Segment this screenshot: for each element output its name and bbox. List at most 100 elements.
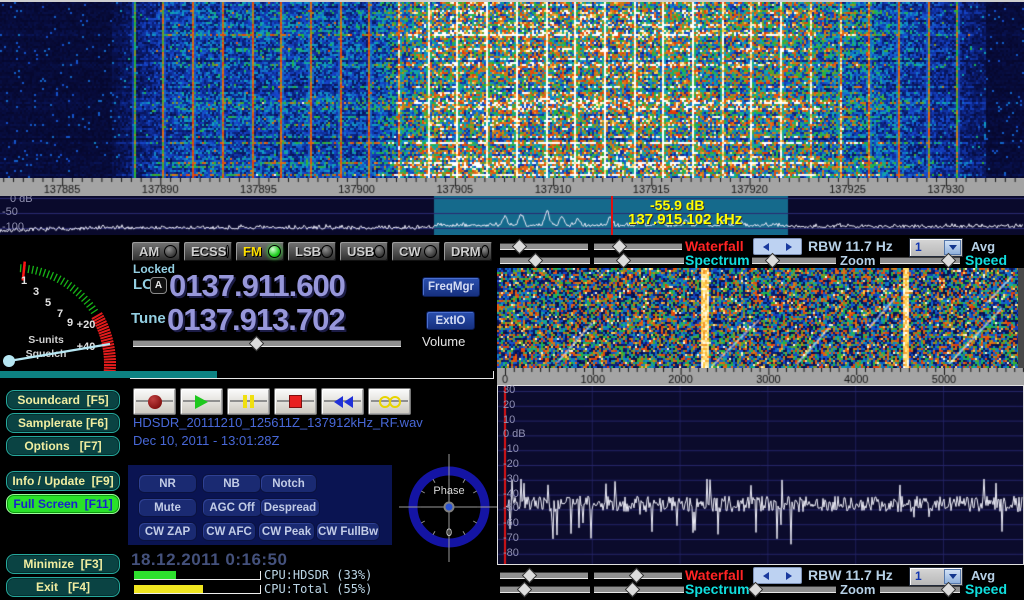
playback-progress-track[interactable] bbox=[130, 378, 494, 379]
audio-db-label: -60 bbox=[503, 517, 519, 529]
mode-label-usb: USB bbox=[347, 244, 374, 259]
playback-progress-bar[interactable] bbox=[0, 371, 217, 378]
rf-spectrum-display[interactable]: 0 dB -50 -100 -55.9 dB 137.915.102 kHz bbox=[0, 196, 1024, 235]
speed-label-top: Speed bbox=[965, 252, 1007, 268]
mode-button-fm[interactable]: FM bbox=[235, 241, 285, 262]
freqmgr-button[interactable]: FreqMgr bbox=[422, 277, 480, 297]
speed-slider-top[interactable] bbox=[880, 253, 960, 266]
slider-thumb[interactable] bbox=[616, 253, 632, 269]
slider-thumb[interactable] bbox=[611, 239, 627, 255]
loop-icon bbox=[379, 396, 401, 408]
slider-thumb[interactable] bbox=[512, 239, 528, 255]
fullscreen-button[interactable]: Full Screen [F11] bbox=[6, 494, 120, 514]
mode-button-drm[interactable]: DRM bbox=[443, 241, 493, 262]
rf-frequency-ruler[interactable] bbox=[0, 178, 1024, 196]
audio-db-label: -10 bbox=[503, 443, 519, 455]
cw-afc-button[interactable]: CW AFC bbox=[202, 522, 256, 541]
waterfall-lower-slider-bottom[interactable] bbox=[594, 568, 682, 581]
slider-thumb[interactable] bbox=[629, 568, 645, 584]
audio-db-label: -50 bbox=[503, 502, 519, 514]
spectrum-upper-slider[interactable] bbox=[500, 253, 590, 266]
record-icon bbox=[148, 395, 162, 409]
band-right-arrow-icon[interactable] bbox=[778, 568, 802, 583]
clock-display: 18.12.2011 0:16:50 bbox=[131, 550, 287, 570]
s-meter[interactable]: 13579+20+40S-unitsSquelch bbox=[0, 240, 128, 378]
audio-frequency-ruler[interactable] bbox=[497, 368, 1024, 385]
mode-button-am[interactable]: AM bbox=[131, 241, 181, 262]
slider-thumb[interactable] bbox=[941, 582, 957, 598]
extio-button[interactable]: ExtIO bbox=[426, 311, 475, 330]
volume-slider-track[interactable] bbox=[133, 340, 401, 347]
audio-db-label: -40 bbox=[503, 488, 519, 500]
zoom-slider-bottom[interactable] bbox=[752, 582, 836, 595]
tune-label: Tune bbox=[131, 310, 166, 327]
volume-slider[interactable] bbox=[133, 336, 401, 349]
audio-db-label: 10 bbox=[503, 414, 515, 426]
cw-fullbw-button[interactable]: CW FullBw bbox=[316, 522, 380, 541]
nb-button[interactable]: NB bbox=[202, 474, 261, 493]
svg-text:Phase: Phase bbox=[433, 485, 464, 497]
spectrum-upper-slider-bottom[interactable] bbox=[500, 582, 590, 595]
slider-thumb[interactable] bbox=[528, 253, 544, 269]
audio-spectrum-display[interactable]: 3020100 dB-10-20-30-40-50-60-70-80 bbox=[497, 385, 1024, 565]
loop-button[interactable] bbox=[368, 388, 411, 415]
options-button[interactable]: Options [F7] bbox=[6, 436, 120, 456]
play-button[interactable] bbox=[180, 388, 223, 415]
options-label: Options [F7] bbox=[24, 439, 101, 453]
soundcard-button[interactable]: Soundcard [F5] bbox=[6, 390, 120, 410]
agc-button[interactable]: AGC Off bbox=[202, 498, 262, 517]
svg-text:9: 9 bbox=[67, 317, 73, 329]
info-update-button[interactable]: Info / Update [F9] bbox=[6, 471, 120, 491]
stop-button[interactable] bbox=[274, 388, 317, 415]
slider-thumb[interactable] bbox=[765, 253, 781, 269]
band-left-arrow-icon[interactable] bbox=[754, 239, 778, 254]
spectrum-lower-slider[interactable] bbox=[594, 253, 684, 266]
svg-text:5: 5 bbox=[45, 297, 51, 309]
rf-db-label-100: -100 bbox=[2, 221, 24, 233]
pause-button[interactable] bbox=[227, 388, 270, 415]
waterfall-lower-slider[interactable] bbox=[594, 239, 682, 252]
mode-button-ecss[interactable]: ECSS bbox=[183, 241, 233, 262]
cw-zap-button[interactable]: CW ZAP bbox=[138, 522, 197, 541]
waterfall-upper-slider-bottom[interactable] bbox=[500, 568, 588, 581]
slider-thumb[interactable] bbox=[748, 582, 764, 598]
exit-label: Exit [F4] bbox=[36, 580, 90, 594]
nr-button[interactable]: NR bbox=[138, 474, 197, 493]
speed-slider-bottom[interactable] bbox=[880, 582, 960, 595]
slider-thumb[interactable] bbox=[625, 582, 641, 598]
mode-led-icon bbox=[374, 245, 385, 258]
band-right-arrow-icon[interactable] bbox=[778, 239, 802, 254]
volume-slider-thumb[interactable] bbox=[249, 336, 265, 352]
audio-waterfall-edge bbox=[1018, 268, 1024, 368]
waterfall-upper-slider[interactable] bbox=[500, 239, 588, 252]
notch-button[interactable]: Notch bbox=[260, 474, 317, 493]
slider-thumb[interactable] bbox=[517, 582, 533, 598]
rbw-label-top: RBW 11.7 Hz bbox=[808, 238, 893, 254]
mode-led-icon bbox=[424, 245, 437, 258]
hdsdr-window: 0 dB -50 -100 -55.9 dB 137.915.102 kHz 1… bbox=[0, 0, 1024, 600]
lo-frequency-display[interactable]: 0137.911.600 bbox=[169, 268, 345, 304]
lo-auto-button[interactable]: A bbox=[150, 277, 167, 294]
mode-button-lsb[interactable]: LSB bbox=[287, 241, 337, 262]
spectrum-lower-slider-bottom[interactable] bbox=[594, 582, 684, 595]
record-button[interactable] bbox=[133, 388, 176, 415]
minimize-button[interactable]: Minimize [F3] bbox=[6, 554, 120, 574]
audio-db-label: 0 dB bbox=[503, 428, 526, 440]
tune-marker-line[interactable] bbox=[611, 196, 613, 235]
band-left-arrow-icon[interactable] bbox=[754, 568, 778, 583]
mute-button[interactable]: Mute bbox=[138, 498, 197, 517]
zoom-slider-top[interactable] bbox=[752, 253, 836, 266]
rewind-button[interactable] bbox=[321, 388, 364, 415]
mode-button-cw[interactable]: CW bbox=[391, 241, 441, 262]
samplerate-button[interactable]: Samplerate [F6] bbox=[6, 413, 120, 433]
mode-button-usb[interactable]: USB bbox=[339, 241, 389, 262]
cpu-total-bar bbox=[134, 585, 261, 594]
exit-button[interactable]: Exit [F4] bbox=[6, 577, 120, 597]
svg-text:7: 7 bbox=[57, 308, 63, 320]
audio-waterfall-display[interactable] bbox=[497, 268, 1024, 368]
slider-thumb[interactable] bbox=[941, 253, 957, 269]
cw-peak-button[interactable]: CW Peak bbox=[258, 522, 315, 541]
rf-waterfall-display[interactable] bbox=[0, 2, 1024, 178]
despread-button[interactable]: Despread bbox=[260, 498, 320, 517]
tune-frequency-display[interactable]: 0137.913.702 bbox=[167, 302, 345, 338]
